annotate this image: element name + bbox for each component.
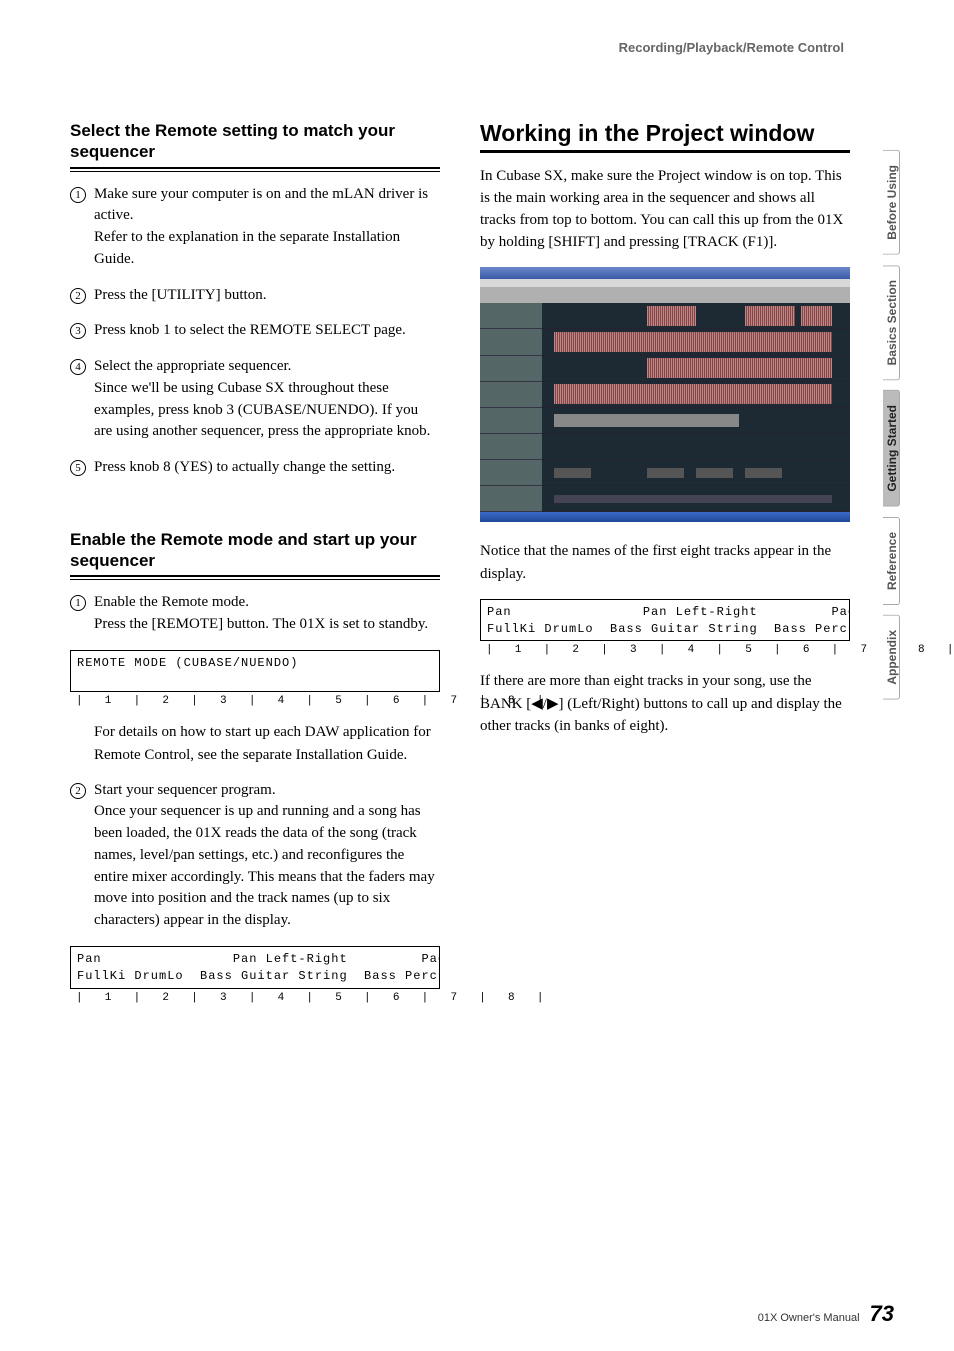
- lcd-display-3: Pan Pan Left-Right Page:01/02 FullKi Dru…: [480, 599, 850, 642]
- right-intro-paragraph: In Cubase SX, make sure the Project wind…: [480, 165, 850, 254]
- step-cont: Once your sequencer is up and running an…: [94, 803, 435, 928]
- step-text: Start your sequencer program.: [94, 782, 276, 798]
- step-text: Select the appropriate sequencer.: [94, 358, 291, 374]
- step-item: 4 Select the appropriate sequencer. Sinc…: [70, 356, 440, 443]
- right-main-rule: [480, 150, 850, 153]
- step-number: 4: [70, 356, 86, 443]
- step-number: 1: [70, 592, 86, 636]
- step-cont: Since we'll be using Cubase SX throughou…: [94, 380, 430, 440]
- step-item: 3 Press knob 1 to select the REMOTE SELE…: [70, 320, 440, 342]
- step-text: Make sure your computer is on and the mL…: [94, 186, 428, 224]
- tab-basics-section[interactable]: Basics Section: [883, 265, 900, 380]
- right-column: Working in the Project window In Cubase …: [480, 120, 850, 1018]
- section1-heading: Select the Remote setting to match your …: [70, 120, 440, 163]
- lcd-channel-scale: | 1 | 2 | 3 | 4 | 5 | 6 | 7 | 8 |: [76, 695, 440, 707]
- step-number: 2: [70, 780, 86, 932]
- after-screenshot-paragraph: Notice that the names of the first eight…: [480, 540, 850, 584]
- step-text: Press knob 1 to select the REMOTE SELECT…: [94, 322, 406, 338]
- lcd-display-2: Pan Pan Left-Right Page:01/02 FullKi Dru…: [70, 946, 440, 989]
- step-text: Press the [UTILITY] button.: [94, 287, 266, 303]
- section2-rule: [70, 575, 440, 580]
- right-main-heading: Working in the Project window: [480, 120, 850, 148]
- step-text: Enable the Remote mode.: [94, 594, 249, 610]
- lcd-channel-scale: | 1 | 2 | 3 | 4 | 5 | 6 | 7 | 8 |: [76, 992, 440, 1004]
- page-number: 73: [870, 1301, 894, 1327]
- step-item: 1 Make sure your computer is on and the …: [70, 184, 440, 271]
- footer-label: 01X Owner's Manual: [758, 1312, 860, 1324]
- after-lcd-paragraph: If there are more than eight tracks in y…: [480, 670, 850, 737]
- step-item: 2 Start your sequencer program. Once you…: [70, 780, 440, 932]
- tab-reference[interactable]: Reference: [883, 517, 900, 605]
- step-cont: Refer to the explanation in the separate…: [94, 229, 400, 267]
- step-number: 1: [70, 184, 86, 271]
- page-footer: 01X Owner's Manual 73: [758, 1301, 894, 1327]
- step-number: 3: [70, 320, 86, 342]
- step-number: 2: [70, 285, 86, 307]
- step-cont: Press the [REMOTE] button. The 01X is se…: [94, 616, 428, 632]
- tab-appendix[interactable]: Appendix: [883, 615, 900, 700]
- left-column: Select the Remote setting to match your …: [70, 120, 440, 1018]
- tab-getting-started[interactable]: Getting Started: [883, 390, 900, 507]
- section1-rule: [70, 167, 440, 172]
- lcd-channel-scale: | 1 | 2 | 3 | 4 | 5 | 6 | 7 | 8 |: [486, 644, 850, 656]
- step-text: Press knob 8 (YES) to actually change th…: [94, 459, 395, 475]
- step-number: 5: [70, 457, 86, 479]
- cubase-project-window-screenshot: [480, 267, 850, 522]
- step-item: 2 Press the [UTILITY] button.: [70, 285, 440, 307]
- section2-heading: Enable the Remote mode and start up your…: [70, 529, 440, 572]
- tab-before-using[interactable]: Before Using: [883, 150, 900, 255]
- side-tabs: Before Using Basics Section Getting Star…: [883, 150, 900, 699]
- step-item: 5 Press knob 8 (YES) to actually change …: [70, 457, 440, 479]
- running-header: Recording/Playback/Remote Control: [619, 40, 844, 55]
- step-item: 1 Enable the Remote mode. Press the [REM…: [70, 592, 440, 636]
- lcd-display-1: REMOTE MODE (CUBASE/NUENDO): [70, 650, 440, 693]
- after-lcd1-paragraph: For details on how to start up each DAW …: [70, 721, 440, 765]
